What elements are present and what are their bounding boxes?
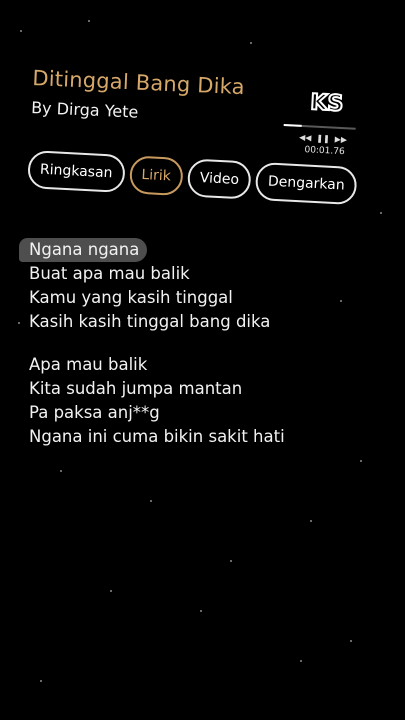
progress-fill [283,123,302,127]
song-title: Ditinggal Bang Dika [31,66,246,100]
current-lyric-line: Ngana ngana [19,238,148,262]
lyric-line: Kasih kasih tinggal bang dika [29,312,271,331]
player-controls: ◀◀ ❚❚ ▶▶ [299,133,347,144]
artist-name: By Dirga Yete [30,97,139,122]
skip-back-icon[interactable]: ◀◀ [299,133,312,143]
mini-player: ◀◀ ❚❚ ▶▶ 00:01.76 [282,120,358,164]
lyric-line: Kita sudah jumpa mantan [29,379,243,398]
lyrics-panel: Ngana ngana Buat apa mau balik Kamu yang… [19,238,285,449]
timecode: 00:01.76 [304,145,345,158]
stanza-gap [29,334,285,353]
tab-dengarkan[interactable]: Dengarkan [254,161,358,206]
tab-lirik[interactable]: Lirik [128,155,184,197]
progress-bar[interactable] [283,123,356,130]
tab-video[interactable]: Video [186,158,252,200]
ks-logo: KS [301,87,352,118]
lyric-line: Kamu yang kasih tinggal [29,288,233,307]
lyric-line: Apa mau balik [29,355,148,374]
skip-forward-icon[interactable]: ▶▶ [335,135,348,145]
pause-icon[interactable]: ❚❚ [316,134,330,144]
ks-logo-text: KS [310,90,344,117]
lyric-line: Pa paksa anj**g [29,403,160,422]
lyric-line: Ngana ini cuma bikin sakit hati [29,427,285,446]
tab-ringkasan[interactable]: Ringkasan [27,150,126,194]
lyric-line: Buat apa mau balik [29,264,190,283]
song-header: Ditinggal Bang Dika By Dirga Yete [31,66,246,126]
